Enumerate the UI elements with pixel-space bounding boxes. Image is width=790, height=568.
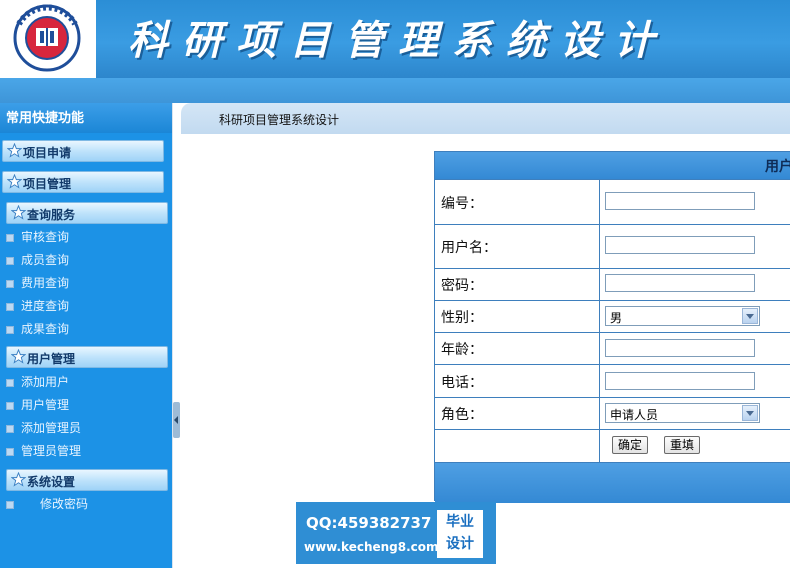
sidebar-item-change-password[interactable]: 修改密码 [6,495,88,513]
watermark-banner: QQ:459382737 www.kecheng8.com 毕业 设计 [296,502,496,564]
content-title-bar: 科研项目管理系统设计 [181,103,790,134]
sidebar-item-cost-query[interactable]: 费用查询 [6,274,69,292]
bullet-icon [6,500,14,509]
watermark-badge: 毕业 设计 [437,510,483,558]
bullet-icon [6,447,14,456]
password-field[interactable] [605,274,755,292]
college-logo [0,0,96,78]
sidebar-group-label: 系统设置 [27,475,76,489]
sidebar-splitter[interactable] [172,103,182,568]
id-label: 编号： [441,196,483,212]
star-icon [7,143,22,158]
bullet-icon [6,302,14,311]
id-field[interactable] [605,192,755,210]
bullet-icon [6,401,14,410]
role-select[interactable]: 申请人员 [605,403,760,423]
sidebar-item-add-admin[interactable]: 添加管理员 [6,419,81,437]
sidebar-item-result-query[interactable]: 成果查询 [6,320,69,338]
form-row-id: 编号： [435,179,790,224]
sidebar-group-label: 项目管理 [23,177,72,191]
bullet-icon [6,233,14,242]
watermark-badge-line1: 毕业 [446,514,474,530]
sidebar-group-label: 项目申请 [23,146,72,160]
sidebar-item-admin-manage[interactable]: 管理员管理 [6,442,81,460]
bullet-icon [6,256,14,265]
sidebar-group-user-manage[interactable]: 用户管理 [6,346,168,368]
panel-footer [435,462,790,503]
gender-selected-value: 男 [610,311,623,325]
reset-button[interactable]: 重填 [664,436,701,454]
form-row-username: 用户名： [435,224,790,268]
bullet-icon [6,325,14,334]
bullet-icon [6,279,14,288]
sidebar-group-project-manage[interactable]: 项目管理 [2,171,164,193]
username-field[interactable] [605,236,755,254]
sidebar-group-label: 用户管理 [27,352,76,366]
sidebar-group-query[interactable]: 查询服务 [6,202,168,224]
age-field[interactable] [605,339,755,357]
sidebar-group-project-apply[interactable]: 项目申请 [2,140,164,162]
form-row-age: 年龄： [435,332,790,364]
college-seal-icon [13,4,81,72]
form-row-phone: 电话： [435,364,790,397]
chevron-down-icon[interactable] [742,405,758,421]
form-row-actions: 确定 重填 [435,429,790,462]
breadcrumb: 科研项目管理系统设计 [219,113,340,127]
sidebar-item-member-query[interactable]: 成员查询 [6,251,69,269]
star-icon [11,349,26,364]
chevron-down-icon[interactable] [742,308,758,324]
form-row-gender: 性别： 男 [435,300,790,332]
user-form-panel: 用户 编号： 用户名： 密码： 性别： 男 年龄： 电话： 角色： 申请人员 确… [434,151,790,503]
star-icon [11,472,26,487]
form-row-role: 角色： 申请人员 [435,397,790,429]
panel-header: 用户 [435,152,790,179]
phone-field[interactable] [605,372,755,390]
password-label: 密码： [441,278,483,294]
bullet-icon [6,424,14,433]
gender-label: 性别： [441,310,483,326]
username-label: 用户名： [441,240,497,256]
confirm-button[interactable]: 确定 [612,436,649,454]
sidebar-group-label: 查询服务 [27,208,76,222]
sidebar-item-audit-query[interactable]: 审核查询 [6,228,69,246]
sidebar-item-user-manage[interactable]: 用户管理 [6,396,69,414]
star-icon [7,174,22,189]
sidebar-item-add-user[interactable]: 添加用户 [6,373,69,391]
role-selected-value: 申请人员 [610,408,659,422]
phone-label: 电话： [441,375,483,391]
star-icon [11,205,26,220]
sidebar: 常用快捷功能 项目申请 项目管理 查询服务 审核查询 成员查询 费用查询 进度查… [0,103,172,568]
sidebar-group-system-settings[interactable]: 系统设置 [6,469,168,491]
header-subbar [0,78,790,103]
app-header: 科研项目管理系统设计 [0,0,790,78]
bullet-icon [6,378,14,387]
sidebar-title: 常用快捷功能 [0,103,172,133]
watermark-qq: QQ:459382737 [306,514,432,532]
age-label: 年龄： [441,342,483,358]
role-label: 角色： [441,407,483,423]
panel-title: 用户 [765,159,790,175]
form-row-password: 密码： [435,268,790,300]
watermark-badge-line2: 设计 [446,536,474,552]
gender-select[interactable]: 男 [605,306,760,326]
collapse-sidebar-handle[interactable] [173,402,180,438]
watermark-url: www.kecheng8.com [304,540,439,554]
sidebar-item-progress-query[interactable]: 进度查询 [6,297,69,315]
app-title: 科研项目管理系统设计 [128,17,668,64]
